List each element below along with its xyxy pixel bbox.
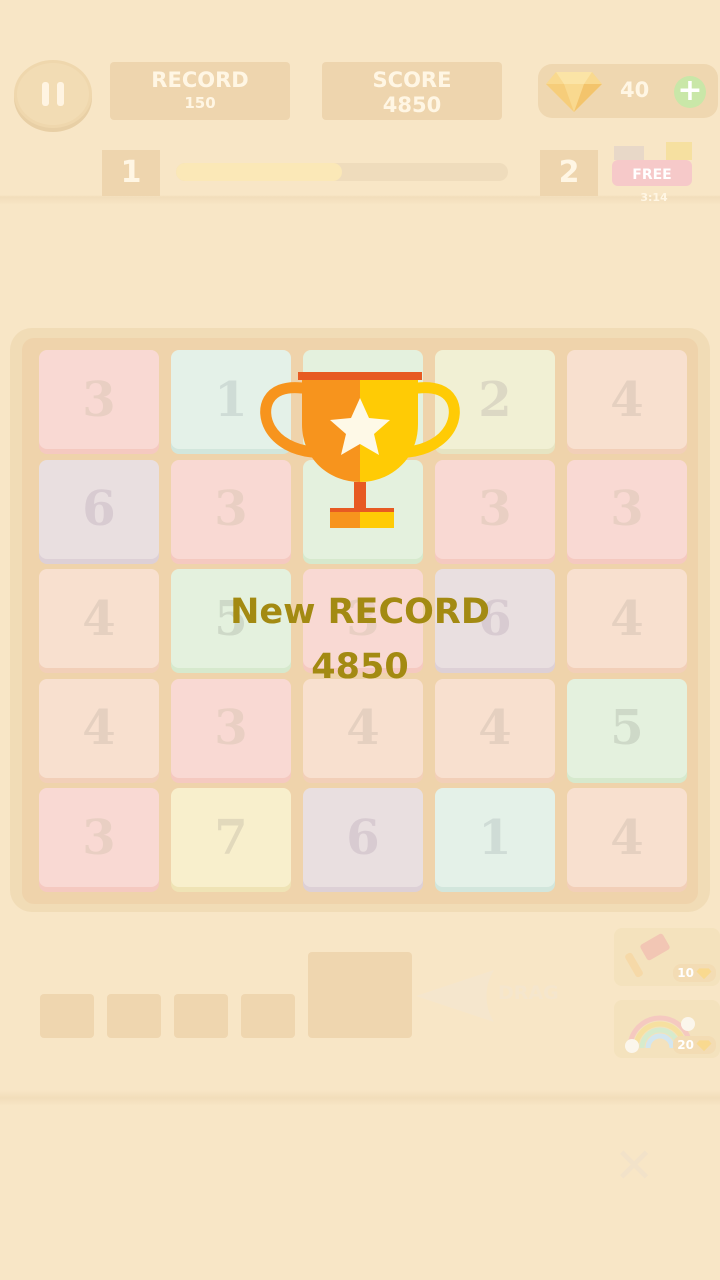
hammer-icon: [625, 933, 670, 978]
current-level: 1: [102, 150, 160, 196]
trophy-icon: [260, 372, 460, 528]
free-video-button[interactable]: FREE: [610, 140, 696, 192]
gem-counter: 40 +: [538, 64, 718, 118]
video-clapper-icon: FREE: [612, 142, 692, 186]
score-value: 4850: [382, 93, 442, 117]
board-tile[interactable]: 4: [435, 678, 555, 778]
board-tile[interactable]: 1: [435, 788, 555, 887]
queue-slot: [241, 994, 295, 1038]
next-level: 2: [540, 150, 598, 196]
pause-icon: [42, 82, 49, 106]
rainbow-powerup-button[interactable]: 20: [614, 1000, 720, 1058]
record-label: RECORD: [151, 68, 249, 92]
next-tile-slot[interactable]: [308, 952, 412, 1038]
board-tile[interactable]: 4: [303, 678, 423, 778]
diamond-icon: [696, 967, 712, 979]
drag-hint: DRAG: [498, 982, 559, 1004]
new-record-title: New RECORD: [230, 592, 490, 632]
board-tile[interactable]: 3: [39, 350, 159, 449]
board-tile[interactable]: 6: [39, 459, 159, 559]
add-gems-button[interactable]: +: [674, 76, 706, 108]
pause-button[interactable]: [14, 60, 92, 128]
hammer-cost: 10: [673, 964, 716, 982]
new-record-value: 4850: [311, 647, 409, 687]
hammer-powerup-button[interactable]: 10: [614, 928, 720, 986]
queue-slot: [40, 994, 94, 1038]
score-box: SCORE 4850: [322, 62, 502, 120]
close-icon[interactable]: ✕: [614, 1138, 654, 1194]
board-tile[interactable]: 3: [39, 788, 159, 887]
record-box: RECORD 150: [110, 62, 290, 120]
board-tile[interactable]: 6: [303, 788, 423, 887]
gem-count: 40: [620, 78, 650, 102]
board-tile[interactable]: 4: [567, 350, 687, 449]
record-value: 150: [184, 94, 216, 112]
rainbow-cost: 20: [673, 1036, 716, 1054]
queue-slot: [174, 994, 228, 1038]
level-progress-bar: [176, 163, 508, 181]
board-tile[interactable]: 3: [567, 459, 687, 559]
free-label: FREE: [632, 167, 671, 183]
board-tile[interactable]: 5: [567, 678, 687, 778]
free-timer: 3:14: [640, 191, 668, 204]
diamond-icon: [696, 1039, 712, 1051]
diamond-icon: [546, 72, 602, 112]
board-tile[interactable]: 4: [39, 678, 159, 778]
board-tile[interactable]: 4: [567, 788, 687, 887]
score-label: SCORE: [372, 68, 452, 92]
board-tile[interactable]: 3: [171, 678, 291, 778]
queue-slot: [107, 994, 161, 1038]
drag-arrow-icon: [416, 970, 494, 1022]
level-progress-fill: [176, 163, 342, 181]
board-tile[interactable]: 7: [171, 788, 291, 887]
